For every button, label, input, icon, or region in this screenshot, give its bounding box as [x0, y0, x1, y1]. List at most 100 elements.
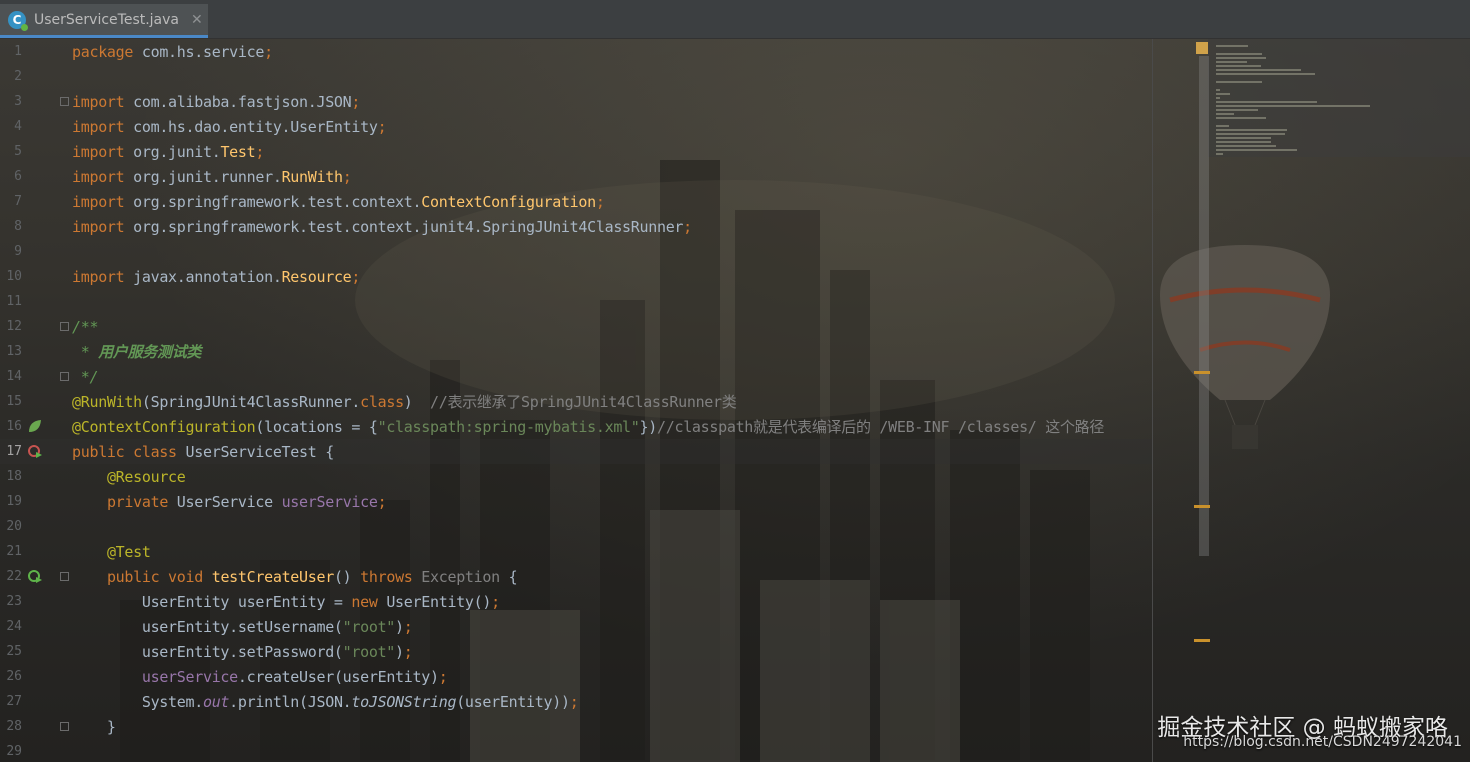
fold-toggle-icon[interactable]	[60, 97, 69, 106]
code-line[interactable]: 15 @RunWith(SpringJUnit4ClassRunner.class…	[0, 389, 1152, 414]
warning-marker[interactable]	[1194, 371, 1210, 374]
line-number: 21	[6, 544, 22, 559]
editor-tab-bar: C UserServiceTest.java ✕	[0, 0, 1470, 39]
code-token: .createUser(userEntity)	[237, 667, 439, 686]
line-number: 8	[14, 219, 22, 234]
code-line[interactable]: 14 */	[0, 364, 1152, 389]
code-token: public class	[72, 442, 186, 461]
code-line[interactable]: 29	[0, 739, 1152, 762]
code-line[interactable]: 5 import org.junit.Test;	[0, 139, 1152, 164]
code-line[interactable]: 16 @ContextConfiguration(locations = {"cl…	[0, 414, 1152, 439]
code-line[interactable]: 2	[0, 64, 1152, 89]
code-token: import	[72, 217, 134, 236]
line-number: 14	[6, 369, 22, 384]
line-number: 5	[14, 144, 22, 159]
code-token: ;	[403, 642, 413, 661]
code-line[interactable]: 12 /**	[0, 314, 1152, 339]
minimap-line	[1216, 73, 1316, 75]
run-test-icon[interactable]	[27, 443, 43, 459]
code-token: out	[202, 692, 230, 711]
fold-toggle-icon[interactable]	[60, 572, 69, 581]
code-text: /**	[72, 318, 99, 336]
code-token: ;	[377, 117, 387, 136]
minimap-line	[1216, 81, 1263, 83]
tab-title: UserServiceTest.java	[34, 11, 180, 28]
code-line[interactable]: 17 public class UserServiceTest {	[0, 439, 1152, 464]
code-text: UserEntity userEntity = new UserEntity()…	[72, 593, 500, 611]
code-line[interactable]: 21 @Test	[0, 539, 1152, 564]
code-line[interactable]: 3 import com.alibaba.fastjson.JSON;	[0, 89, 1152, 114]
code-line[interactable]: 20	[0, 514, 1152, 539]
code-token: import	[72, 267, 134, 286]
spring-bean-icon[interactable]	[27, 418, 43, 434]
code-line[interactable]: 24 userEntity.setUsername("root");	[0, 614, 1152, 639]
minimap-line	[1216, 61, 1247, 63]
code-line[interactable]: 4 import com.hs.dao.entity.UserEntity;	[0, 114, 1152, 139]
code-line[interactable]: 22 public void testCreateUser() throws E…	[0, 564, 1152, 589]
code-token: ;	[403, 617, 413, 636]
vertical-scrollbar[interactable]	[1199, 56, 1209, 556]
run-test-icon[interactable]	[27, 568, 43, 584]
code-line[interactable]: 28 }	[0, 714, 1152, 739]
code-token: org.junit.	[133, 142, 221, 161]
code-token: 用户服务测试类	[98, 343, 202, 361]
code-text: public class UserServiceTest {	[72, 443, 334, 461]
code-line[interactable]: 7 import org.springframework.test.context…	[0, 189, 1152, 214]
fold-toggle-icon[interactable]	[60, 322, 69, 331]
code-token: userService	[281, 492, 378, 511]
fold-toggle-icon[interactable]	[60, 372, 69, 381]
minimap-line	[1216, 45, 1249, 47]
code-token: System.	[72, 692, 203, 711]
code-token: UserService	[176, 492, 282, 511]
watermark-url: https://blog.csdn.net/CSDN2497242041	[1183, 734, 1462, 750]
line-number: 3	[14, 94, 22, 109]
line-number: 27	[6, 694, 22, 709]
code-token: )	[395, 642, 404, 661]
code-token: userService	[141, 667, 238, 686]
inspection-status-icon[interactable]	[1196, 42, 1208, 54]
code-token: (locations = {	[255, 418, 378, 436]
code-token: UserEntity()	[386, 592, 492, 611]
code-line[interactable]: 18 @Resource	[0, 464, 1152, 489]
code-text: userEntity.setPassword("root");	[72, 643, 413, 661]
minimap-line	[1216, 141, 1271, 143]
code-minimap[interactable]	[1208, 39, 1470, 157]
code-token: @Test	[106, 542, 151, 561]
code-line[interactable]: 8 import org.springframework.test.context…	[0, 214, 1152, 239]
ide-window: C UserServiceTest.java ✕ 1 package com.hs…	[0, 0, 1470, 762]
code-line[interactable]: 6 import org.junit.runner.RunWith;	[0, 164, 1152, 189]
warning-marker[interactable]	[1194, 505, 1210, 508]
line-number: 4	[14, 119, 22, 134]
warning-marker[interactable]	[1194, 639, 1210, 642]
code-line[interactable]: 27 System.out.println(JSON.toJSONString(…	[0, 689, 1152, 714]
code-token: ContextConfiguration	[421, 192, 596, 211]
code-token: javax.annotation.	[133, 267, 282, 286]
fold-toggle-icon[interactable]	[60, 722, 69, 731]
close-tab-icon[interactable]: ✕	[191, 12, 203, 28]
line-number: 6	[14, 169, 22, 184]
code-token: {	[499, 567, 518, 586]
code-line[interactable]: 1 package com.hs.service;	[0, 39, 1152, 64]
line-number: 7	[14, 194, 22, 209]
code-token: package	[72, 42, 142, 61]
code-line[interactable]: 26 userService.createUser(userEntity);	[0, 664, 1152, 689]
code-token: ;	[264, 42, 273, 61]
code-line[interactable]: 25 userEntity.setPassword("root");	[0, 639, 1152, 664]
code-text: }	[72, 718, 116, 736]
code-line[interactable]: 13 * 用户服务测试类	[0, 339, 1152, 364]
code-text: public void testCreateUser() throws Exce…	[72, 567, 518, 586]
code-text: import javax.annotation.Resource;	[72, 268, 360, 286]
code-line[interactable]: 23 UserEntity userEntity = new UserEntit…	[0, 589, 1152, 614]
code-line[interactable]: 10 import javax.annotation.Resource;	[0, 264, 1152, 289]
code-editor[interactable]: 1 package com.hs.service; 2 3 import com.ali…	[0, 39, 1152, 762]
code-token: (userEntity))	[456, 692, 570, 711]
code-token: "root"	[342, 617, 396, 636]
line-number: 10	[6, 269, 22, 284]
line-number: 23	[6, 594, 22, 609]
tab-userservicetest-java[interactable]: C UserServiceTest.java ✕	[0, 4, 208, 38]
code-token: import	[72, 192, 134, 211]
code-token: org.springframework.test.context.junit4.…	[133, 217, 684, 236]
code-line[interactable]: 19 private UserService userService;	[0, 489, 1152, 514]
code-line[interactable]: 9	[0, 239, 1152, 264]
code-line[interactable]: 11	[0, 289, 1152, 314]
